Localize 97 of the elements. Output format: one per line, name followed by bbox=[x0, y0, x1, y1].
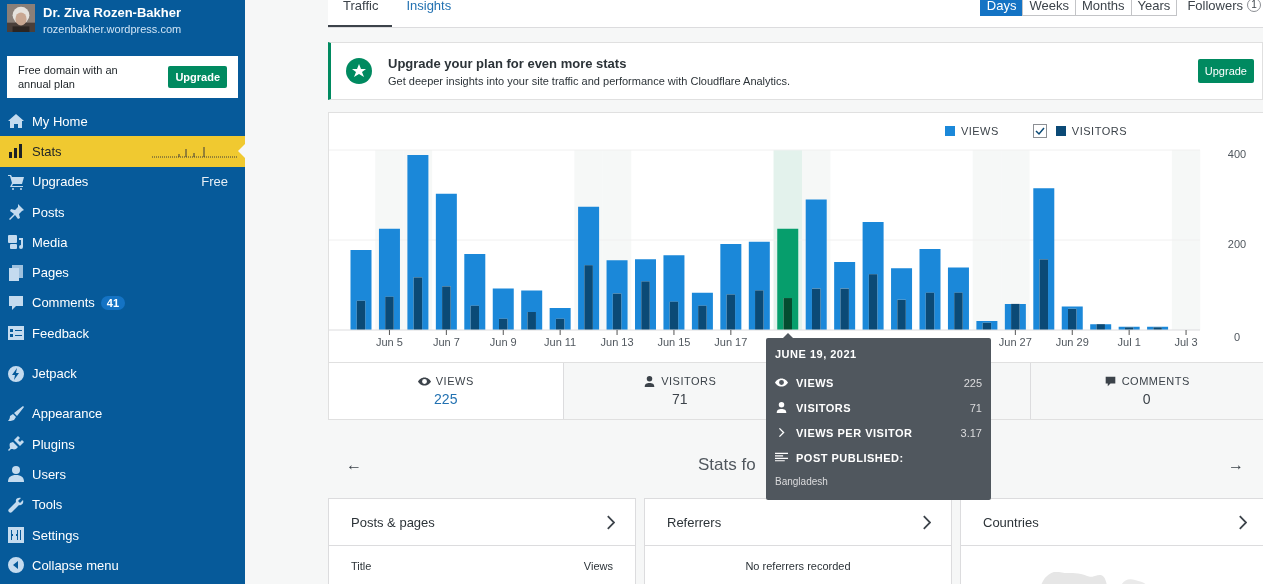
user-icon bbox=[643, 375, 657, 387]
axis-label: Jul 1 bbox=[1117, 336, 1141, 348]
upgrade-button[interactable]: Upgrade bbox=[168, 66, 227, 88]
plug-icon bbox=[8, 436, 24, 453]
axis-label: 200 bbox=[1227, 238, 1247, 250]
eye-icon bbox=[417, 375, 431, 387]
eye-icon bbox=[775, 377, 788, 388]
visitors-bar[interactable] bbox=[1011, 303, 1020, 330]
period-button[interactable]: Days bbox=[979, 0, 1024, 16]
axis-label: Jul 3 bbox=[1174, 336, 1198, 348]
column-header: Title bbox=[351, 560, 372, 572]
period-button[interactable]: Months bbox=[1074, 0, 1132, 16]
triangle-left-icon bbox=[8, 557, 24, 574]
comment-count-badge: 41 bbox=[100, 295, 126, 310]
bolt-icon bbox=[8, 365, 24, 382]
post-title[interactable]: Bangladesh bbox=[775, 476, 982, 487]
speech-bubble-icon bbox=[1103, 375, 1117, 387]
banner-text: Get deeper insights into your site traffic and performance with Cloudflare Analytics. bbox=[388, 74, 792, 87]
axis-label: Jun 29 bbox=[1055, 336, 1089, 348]
axis-label: Jun 27 bbox=[998, 336, 1032, 348]
views-bar[interactable] bbox=[492, 288, 514, 330]
sidebar-item[interactable]: Tools bbox=[0, 489, 245, 520]
sidebar-item[interactable]: Collapse menu bbox=[0, 550, 245, 581]
upgrade-button[interactable]: Upgrade bbox=[1197, 59, 1254, 83]
speech-bubble-icon bbox=[8, 294, 24, 311]
wrench-icon bbox=[8, 496, 24, 513]
sidebar-item[interactable]: Users bbox=[0, 459, 245, 490]
sidebar-item[interactable]: Settings bbox=[0, 519, 245, 551]
user-icon bbox=[775, 402, 788, 413]
legend-label: VISITORS bbox=[1071, 125, 1127, 137]
tooltip-value: 71 bbox=[969, 401, 982, 414]
promo-text: Free domain with an annual plan bbox=[18, 63, 119, 91]
chevron-right-icon bbox=[606, 514, 615, 530]
sidebar-item[interactable]: Posts bbox=[0, 196, 245, 228]
media-icon bbox=[8, 234, 24, 251]
site-owner-name: Dr. Ziva Rozen-Bakher bbox=[43, 5, 182, 20]
axis-label: Jun 9 bbox=[489, 336, 517, 348]
sidebar-item[interactable]: Upgrades Free bbox=[0, 166, 245, 197]
legend-checkbox[interactable] bbox=[1032, 124, 1047, 138]
user-icon bbox=[8, 466, 24, 483]
sidebar-item[interactable]: Stats bbox=[0, 136, 245, 167]
pages-icon bbox=[8, 264, 24, 281]
axis-label: Jun 11 bbox=[544, 336, 577, 348]
period-title: Stats fo bbox=[698, 455, 756, 475]
home-icon bbox=[8, 113, 24, 130]
section-tab[interactable]: Insights bbox=[392, 0, 466, 27]
axis-label: Jun 17 bbox=[714, 336, 748, 348]
banner-title: Upgrade your plan for even more stats bbox=[388, 55, 628, 71]
sidebar-item[interactable]: Comments 41 bbox=[0, 287, 245, 319]
period-button[interactable]: Weeks bbox=[1022, 0, 1076, 16]
axis-label: Jun 13 bbox=[600, 336, 634, 348]
tooltip-label: POST PUBLISHED: bbox=[796, 451, 904, 464]
axis-label: 0 bbox=[1233, 331, 1241, 343]
visitors-bar[interactable] bbox=[783, 298, 792, 330]
sidebar-item[interactable]: Pages bbox=[0, 257, 245, 288]
sliders-icon bbox=[8, 527, 24, 543]
tooltip-label: VIEWS PER VISITOR bbox=[796, 426, 913, 439]
tooltip-label: VISITORS bbox=[796, 401, 852, 414]
legend-label: VIEWS bbox=[960, 125, 999, 137]
next-period-arrow[interactable]: → bbox=[1228, 456, 1244, 474]
section-tab[interactable]: Traffic bbox=[328, 0, 393, 27]
visitors-bar[interactable] bbox=[982, 322, 992, 330]
period-button[interactable]: Years bbox=[1130, 0, 1178, 16]
axis-label: Jun 7 bbox=[432, 336, 460, 348]
visitors-bar[interactable] bbox=[1096, 324, 1105, 330]
sidebar-item[interactable]: Plugins bbox=[0, 428, 245, 460]
card-header[interactable]: Posts & pages bbox=[329, 499, 635, 546]
bar-chart-icon bbox=[8, 143, 24, 160]
previous-period-arrow[interactable]: ← bbox=[346, 456, 362, 474]
column-header: Views bbox=[583, 560, 613, 572]
chevron-right-icon bbox=[922, 514, 931, 530]
form-icon bbox=[8, 325, 24, 342]
sidebar-item[interactable]: Feedback bbox=[0, 318, 245, 349]
followers-link[interactable]: Followers 1 bbox=[1187, 0, 1263, 13]
sidebar-item[interactable]: Appearance bbox=[0, 398, 245, 429]
tooltip-value: 225 bbox=[963, 376, 982, 389]
sidebar-item[interactable]: Jetpack bbox=[0, 358, 245, 389]
axis-label: 400 bbox=[1227, 149, 1247, 160]
stat-tab[interactable]: VIEWS 225 bbox=[329, 363, 563, 419]
axis-label: Jun 5 bbox=[376, 336, 403, 348]
pin-icon bbox=[8, 204, 24, 221]
brush-icon bbox=[8, 405, 24, 422]
tooltip-value: 3.17 bbox=[960, 426, 982, 439]
axis-label: Jun 15 bbox=[657, 336, 691, 348]
plan-label: Free bbox=[201, 174, 228, 190]
sidebar-item[interactable]: Media bbox=[0, 227, 245, 258]
empty-message: No referrers recorded bbox=[745, 560, 851, 572]
chevron-right-icon bbox=[1238, 514, 1247, 530]
tooltip-date: JUNE 19, 2021 bbox=[775, 348, 858, 360]
visitors-bar[interactable] bbox=[1124, 327, 1134, 330]
visitors-bar[interactable] bbox=[1153, 327, 1162, 330]
tooltip-label: VIEWS bbox=[796, 376, 834, 389]
text-lines-icon bbox=[775, 452, 788, 463]
site-url[interactable]: rozenbakher.wordpress.com bbox=[43, 23, 182, 35]
sidebar-item[interactable]: My Home bbox=[0, 106, 245, 137]
cart-icon bbox=[8, 173, 24, 190]
visitors-bar[interactable] bbox=[1068, 308, 1077, 330]
